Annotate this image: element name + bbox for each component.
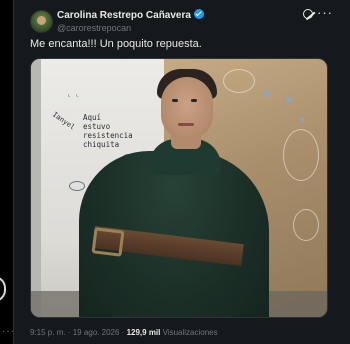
post-meta: 9:15 p. m. · 19 ago. 2026 · 129,9 mil Vi… — [30, 328, 218, 337]
avatar[interactable] — [30, 10, 53, 33]
author-handle[interactable]: @carorestrepocan — [57, 23, 204, 33]
left-column-edge: ··· — [0, 0, 14, 344]
verified-icon — [193, 9, 204, 19]
mouth — [178, 123, 194, 126]
author-display-name[interactable]: Carolina Restrepo Cañavera — [57, 9, 204, 21]
meta-separator: · — [121, 328, 125, 337]
author-block[interactable]: Carolina Restrepo Cañavera @carorestrepo… — [57, 9, 204, 33]
chalk-drawing — [283, 129, 319, 181]
heart-drawing: ♥ — [299, 115, 305, 126]
views-count: 129,9 mil — [126, 328, 161, 337]
chalk-drawing — [223, 69, 255, 93]
post-date[interactable]: 19 ago. 2026 — [73, 328, 120, 337]
grok-icon[interactable] — [303, 9, 313, 19]
wall-writing-line: estuvo — [83, 122, 111, 131]
author-name-text[interactable]: Carolina Restrepo Cañavera — [57, 10, 191, 21]
partial-circle-icon — [0, 276, 6, 302]
more-icon[interactable]: ··· — [317, 5, 333, 20]
post-card[interactable]: Carolina Restrepo Cañavera @carorestrepo… — [13, 0, 350, 344]
heart-drawing: ♥ — [263, 87, 271, 101]
post-text: Me encanta!!! Un poquito repuesta. — [30, 38, 202, 50]
wall-writing-line: chiquita — [83, 140, 120, 149]
cloud-doodle — [69, 181, 85, 191]
woman-face — [161, 77, 213, 139]
wall-writing-line: resistencia — [83, 131, 133, 140]
heart-drawing: ♥ — [285, 93, 293, 107]
post-image[interactable]: ᴸ ᴸ Ianyel Aquí estuvo resistencia chiqu… — [30, 58, 328, 318]
post-time[interactable]: 9:15 p. m. — [30, 328, 66, 337]
eye — [191, 99, 197, 102]
door-frame — [31, 59, 41, 317]
meta-separator: · — [67, 328, 71, 337]
wall-writing-top: ᴸ ᴸ — [67, 93, 80, 101]
eye — [172, 99, 178, 102]
belt-buckle — [91, 227, 125, 257]
wall-writing-main: Aquí estuvo resistencia chiquita — [83, 113, 133, 149]
wall-writing-line: Aquí — [83, 113, 102, 122]
views-label: Visualizaciones — [162, 328, 218, 337]
chalk-drawing — [293, 209, 319, 241]
